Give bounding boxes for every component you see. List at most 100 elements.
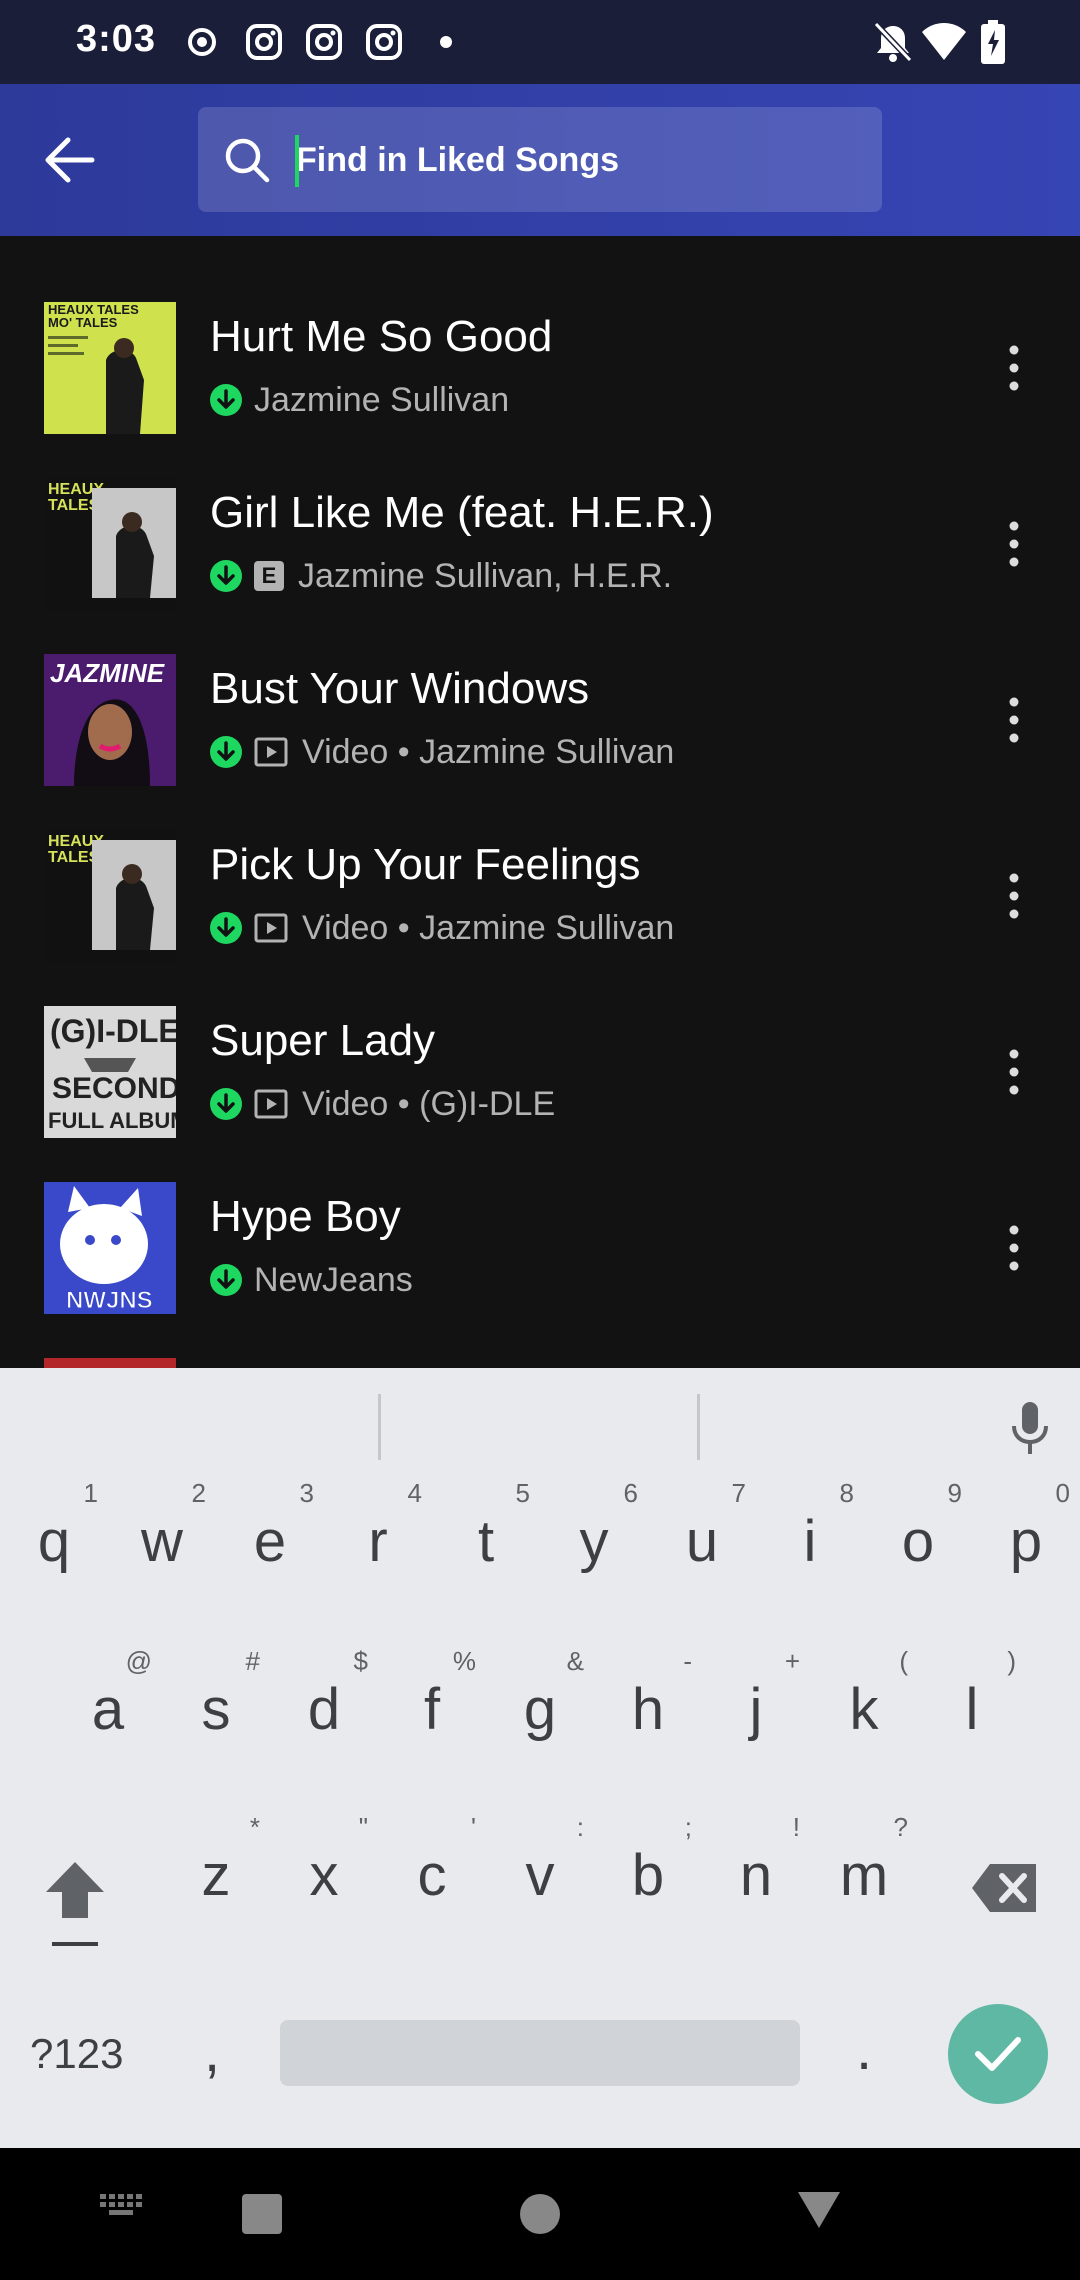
on-screen-keyboard: 1q2w3e4r5t6y7u8i9o0p @ a # s $ d% f & g - h + j(k) l …: [0, 1368, 1080, 2148]
song-title: Super Lady: [210, 1016, 436, 1065]
key-hint: ;: [684, 1812, 692, 1842]
key-hint: 9: [947, 1478, 962, 1508]
key-t[interactable]: 5t: [436, 1478, 536, 1628]
video-icon: [254, 737, 288, 767]
microphone-icon[interactable]: [1005, 1398, 1055, 1458]
comma-key[interactable]: ,: [204, 2018, 220, 2085]
key-hint: @: [125, 1646, 152, 1676]
arrow-left-icon[interactable]: [38, 128, 102, 192]
key-char: l: [965, 1677, 979, 1742]
key-r[interactable]: 4r: [328, 1478, 428, 1628]
instagram-icon: [306, 24, 342, 60]
key-u[interactable]: 7u: [652, 1478, 752, 1628]
key-p[interactable]: 0p: [976, 1478, 1076, 1628]
instagram-icon: [246, 24, 282, 60]
key-y[interactable]: 6y: [544, 1478, 644, 1628]
suggestion-strip: [0, 1368, 1080, 1478]
key-w[interactable]: 2w: [112, 1478, 212, 1628]
key-g[interactable]: & g: [490, 1646, 590, 1796]
key-hint: *: [249, 1812, 260, 1842]
key-c[interactable]: ' c: [382, 1812, 482, 1962]
key-n[interactable]: ! n: [706, 1812, 806, 1962]
key-char: h: [631, 1677, 665, 1742]
key-d[interactable]: $ d: [274, 1646, 374, 1796]
key-a[interactable]: @ a: [58, 1646, 158, 1796]
shift-key[interactable]: [40, 1856, 110, 1926]
key-e[interactable]: 3e: [220, 1478, 320, 1628]
more-options-icon[interactable]: [996, 856, 1036, 936]
list-item[interactable]: HEAUX TALES MO' TALES Hurt Me So Good Ja…: [0, 236, 1080, 434]
key-hint: 8: [839, 1478, 854, 1508]
home-icon[interactable]: [518, 2192, 562, 2236]
key-char: f: [423, 1677, 441, 1742]
key-char: j: [749, 1677, 763, 1742]
key-char: k: [849, 1677, 879, 1742]
album-art-text-2: MO' TALES: [48, 315, 118, 330]
key-hint: ': [471, 1812, 476, 1842]
key-char: r: [368, 1509, 388, 1574]
key-i[interactable]: 8i: [760, 1478, 860, 1628]
song-subtitle-row: NewJeans: [210, 1258, 413, 1302]
key-z[interactable]: * z: [166, 1812, 266, 1962]
album-art-text-2: TALES: [48, 497, 100, 514]
dot-icon: [440, 36, 452, 48]
key-char: g: [523, 1677, 557, 1742]
album-art-text-2: SECOND: [52, 1072, 176, 1105]
key-char: o: [901, 1509, 935, 1574]
list-item[interactable]: HEAUX TALES Pick Up Your Feelings Video …: [0, 764, 1080, 962]
search-input[interactable]: [296, 125, 856, 195]
back-triangle-icon[interactable]: [794, 2188, 844, 2232]
search-header: [0, 84, 1080, 236]
period-key[interactable]: .: [856, 2016, 872, 2083]
key-hint: 1: [83, 1478, 98, 1508]
key-f[interactable]: % f: [382, 1646, 482, 1796]
space-bar[interactable]: [280, 2020, 800, 2086]
symbols-key[interactable]: ?123: [30, 2030, 123, 2078]
more-options-icon[interactable]: [996, 504, 1036, 584]
song-title: Pick Up Your Feelings: [210, 840, 641, 889]
key-char: q: [37, 1509, 71, 1574]
key-hint: -: [683, 1646, 692, 1676]
list-item[interactable]: (G)I-DLE SECOND FULL ALBUM Super Lady Vi…: [0, 940, 1080, 1138]
shift-indicator: [52, 1942, 98, 1946]
list-item[interactable]: JAZMINE Bust Your Windows Video • Jazmin…: [0, 588, 1080, 786]
search-box[interactable]: [198, 107, 882, 212]
key-char: x: [309, 1843, 339, 1908]
album-art-text: JAZMINE: [50, 658, 165, 688]
record-icon: [188, 28, 216, 56]
key-k[interactable]: (k: [814, 1646, 914, 1796]
key-hint: 3: [299, 1478, 314, 1508]
key-hint: 7: [731, 1478, 746, 1508]
key-char: z: [201, 1843, 231, 1908]
key-char: m: [839, 1843, 889, 1908]
more-options-icon[interactable]: [996, 328, 1036, 408]
keyboard-switch-icon[interactable]: [98, 2188, 148, 2224]
key-j[interactable]: + j: [706, 1646, 806, 1796]
more-options-icon[interactable]: [996, 680, 1036, 760]
system-nav-bar: [0, 2148, 1080, 2280]
key-o[interactable]: 9o: [868, 1478, 968, 1628]
more-options-icon[interactable]: [996, 1208, 1036, 1288]
key-char: w: [141, 1509, 183, 1574]
key-hint: !: [792, 1812, 800, 1842]
key-v[interactable]: :v: [490, 1812, 590, 1962]
list-item[interactable]: NWJNS Hype Boy NewJeans: [0, 1116, 1080, 1314]
recents-icon[interactable]: [240, 2192, 284, 2236]
key-char: t: [477, 1509, 495, 1574]
list-item[interactable]: HEAUX TALES Girl Like Me (feat. H.E.R.) …: [0, 412, 1080, 610]
key-char: p: [1009, 1509, 1043, 1574]
key-q[interactable]: 1q: [4, 1478, 104, 1628]
status-bar: 3:03: [0, 0, 1080, 84]
more-options-icon[interactable]: [996, 1032, 1036, 1112]
enter-key[interactable]: [948, 2004, 1048, 2104]
song-list[interactable]: HEAUX TALES MO' TALES Hurt Me So Good Ja…: [0, 236, 1080, 1368]
key-s[interactable]: # s: [166, 1646, 266, 1796]
key-m[interactable]: ? m: [814, 1812, 914, 1962]
key-hint: 2: [191, 1478, 206, 1508]
key-l[interactable]: ) l: [922, 1646, 1022, 1796]
key-b[interactable]: ; b: [598, 1812, 698, 1962]
backspace-key[interactable]: [970, 1860, 1040, 1916]
key-x[interactable]: " x: [274, 1812, 374, 1962]
album-art-text-1: (G)I-DLE: [50, 1013, 176, 1049]
key-h[interactable]: -h: [598, 1646, 698, 1796]
